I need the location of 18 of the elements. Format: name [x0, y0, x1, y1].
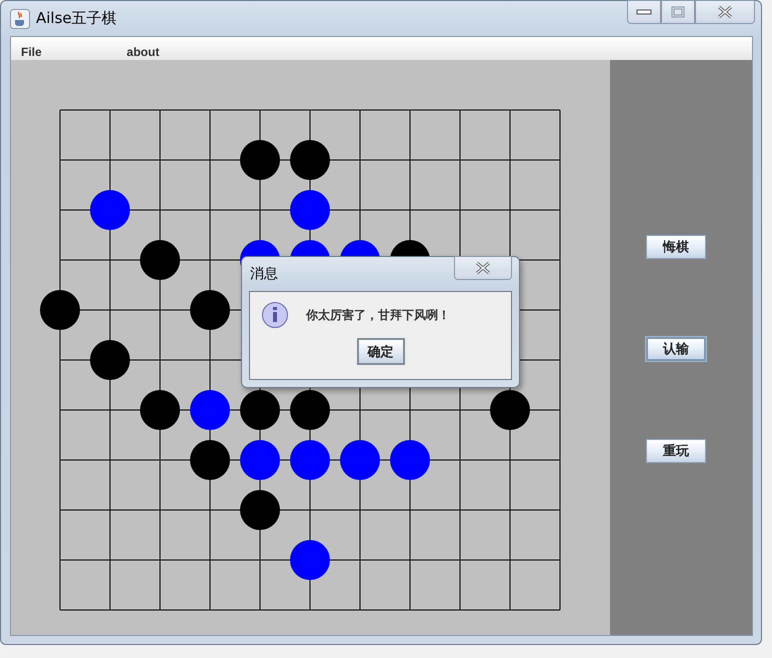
side-button[interactable]: 悔棋 — [646, 235, 706, 259]
menu-item[interactable]: about — [126, 45, 160, 59]
minimize-icon — [636, 9, 652, 15]
side-button[interactable]: 认输 — [646, 337, 706, 361]
minimize-button[interactable] — [627, 0, 661, 24]
close-button[interactable] — [454, 256, 512, 280]
close-icon — [716, 5, 734, 19]
side-button[interactable]: 重玩 — [646, 439, 706, 463]
info-icon — [261, 301, 289, 329]
close-icon — [474, 261, 492, 275]
window-title: Ailse五子棋 — [36, 9, 117, 28]
close-button[interactable] — [695, 0, 755, 24]
menu-item[interactable]: File — [21, 45, 42, 59]
dialog-title: 消息 — [250, 265, 278, 283]
dialog-message: 你太厉害了，甘拜下风咧！ — [306, 306, 450, 324]
ok-button[interactable]: 确定 — [356, 338, 404, 365]
maximize-icon — [671, 6, 685, 18]
cup-icon — [10, 8, 30, 28]
